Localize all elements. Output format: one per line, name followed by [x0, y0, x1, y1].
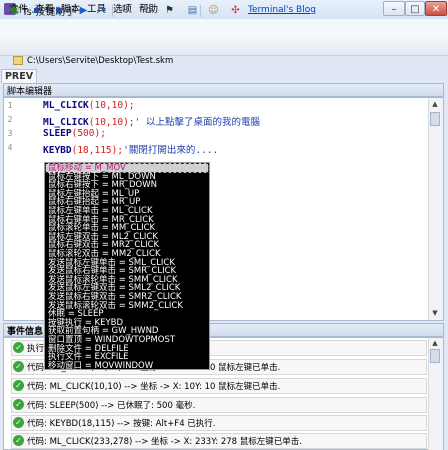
open-icon[interactable]: ▣: [8, 4, 21, 17]
event-title: 事件信息: [7, 327, 44, 337]
folder-icon: [13, 56, 23, 65]
scroll-up-icon[interactable]: ▲: [430, 100, 440, 110]
event-text: 代码: KEYBD(18,115) --> 按键: Alt+F4 已执行.: [27, 419, 216, 429]
toolbar: [0, 33, 448, 56]
line-number: 3: [7, 129, 13, 138]
check-icon: ✓: [13, 399, 24, 410]
check-icon: ✓: [13, 380, 24, 391]
menu-bar: [0, 19, 448, 33]
event-scroll-thumb[interactable]: [430, 349, 440, 363]
toolbar-separator: [112, 5, 113, 17]
code-line-3[interactable]: SLEEP(500);: [43, 128, 106, 139]
run-icon[interactable]: ▶: [77, 4, 90, 17]
editor-header: [3, 83, 444, 97]
tab-prev[interactable]: PREV: [1, 69, 37, 83]
minimize-button[interactable]: –: [383, 1, 405, 16]
scroll-down-icon[interactable]: ▼: [430, 309, 440, 319]
maximize-button[interactable]: □: [405, 1, 425, 16]
code-args: (500);: [71, 128, 106, 139]
check-icon: ✓: [13, 435, 24, 446]
editor-scroll-thumb[interactable]: [430, 112, 440, 126]
smiley-icon[interactable]: ☺: [207, 4, 220, 17]
editor-title: 脚本编辑器: [7, 87, 53, 97]
home-icon[interactable]: ⌂: [142, 4, 155, 17]
code-line-4[interactable]: KEYBD(18,115);'關閉打開出來的....: [43, 142, 218, 156]
editor-scrollbar[interactable]: [428, 98, 443, 320]
check-icon: ✓: [13, 361, 24, 372]
target-icon[interactable]: ✣: [229, 4, 242, 17]
autocomplete-item[interactable]: 移动窗口 = MOVWINDOW: [48, 361, 153, 371]
refresh-icon[interactable]: ↻: [119, 4, 132, 17]
dropdown-arrow-icon[interactable]: ▾: [97, 4, 110, 17]
code-keyword: ML_CLICK: [43, 100, 89, 111]
code-keyword: SLEEP: [43, 128, 72, 139]
code-keyword: ML_CLICK: [43, 117, 89, 128]
code-comment: '關閉打開出來的....: [123, 145, 219, 156]
close-button[interactable]: ✕: [425, 1, 447, 16]
save-icon[interactable]: ▪: [30, 4, 43, 17]
code-keyword: KEYBD: [43, 145, 72, 156]
flag-icon[interactable]: ⚑: [163, 4, 176, 17]
code-comment: ' 以上點擊了桌面的我的電腦: [134, 117, 260, 128]
event-text: 代码: ML_CLICK(233,278) --> 坐标 -> X: 233Y:…: [27, 437, 302, 447]
line-number: 2: [7, 115, 13, 124]
code-args: (18,115);: [71, 145, 124, 156]
file-path: C:\Users\Servite\Desktop\Test.skm: [27, 56, 174, 66]
settings-icon[interactable]: ▤: [186, 4, 199, 17]
line-number: 4: [7, 143, 13, 152]
check-icon: ✓: [13, 342, 24, 353]
line-number: 1: [7, 101, 13, 110]
code-args: (10,10);: [88, 117, 135, 128]
code-args: (10,10);: [88, 100, 135, 111]
code-line-1[interactable]: ML_CLICK(10,10);: [43, 100, 135, 111]
blog-link[interactable]: Terminal's Blog: [248, 5, 316, 15]
toolbar-separator: [200, 5, 201, 17]
toolbar-separator: [71, 5, 72, 17]
scroll-up-icon[interactable]: ▲: [430, 339, 440, 349]
event-text: 代码: SLEEP(500) --> 已休眠了: 500 毫秒.: [27, 401, 196, 411]
save-as-icon[interactable]: ▪: [52, 4, 65, 17]
event-text: 代码: ML_CLICK(10,10) --> 坐标 -> X: 10Y: 10…: [27, 382, 281, 392]
check-icon: ✓: [13, 417, 24, 428]
code-line-2[interactable]: ML_CLICK(10,10);' 以上點擊了桌面的我的電腦: [43, 114, 260, 128]
